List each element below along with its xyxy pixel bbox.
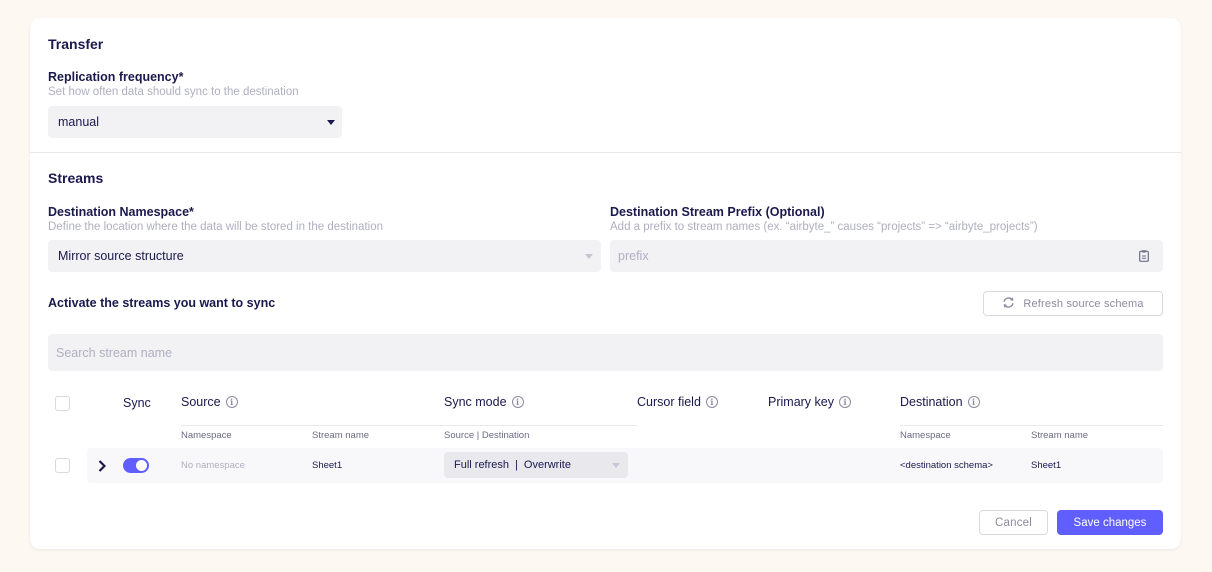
transfer-section-title: Transfer [48, 36, 104, 52]
sync-mode-source: Full refresh [454, 459, 510, 471]
header-primary-key: Primary key i [768, 395, 851, 409]
cancel-button-label: Cancel [995, 516, 1032, 529]
header-destination-label: Destination [900, 395, 963, 409]
header-sync-label: Sync [123, 396, 151, 410]
connection-settings-card: Transfer Replication frequency* Set how … [30, 18, 1181, 549]
sync-toggle[interactable] [123, 458, 149, 473]
activate-streams-label: Activate the streams you want to sync [48, 296, 276, 310]
row-source-namespace: No namespace [181, 460, 245, 471]
sync-mode-separator: | [515, 459, 518, 471]
refresh-source-schema-button[interactable]: Refresh source schema [983, 291, 1163, 316]
table-row: No namespace Sheet1 Full refresh | Overw… [87, 448, 1163, 483]
header-primary-key-label: Primary key [768, 395, 834, 409]
subheader-sync-mode: Source | Destination [444, 430, 530, 441]
destination-namespace-value: Mirror source structure [58, 249, 184, 263]
streams-section-title: Streams [48, 170, 104, 186]
info-icon[interactable]: i [225, 396, 238, 408]
destination-namespace-help: Define the location where the data will … [48, 221, 383, 233]
info-icon[interactable]: i [967, 396, 980, 408]
replication-frequency-label: Replication frequency* [48, 70, 184, 84]
chevron-down-icon [585, 254, 593, 259]
destination-namespace-select[interactable]: Mirror source structure [48, 240, 601, 272]
info-icon[interactable]: i [838, 396, 851, 408]
select-all-checkbox[interactable] [55, 396, 70, 411]
refresh-icon [1002, 296, 1015, 312]
row-select-checkbox[interactable] [55, 458, 70, 473]
subheader-destination-stream: Stream name [1031, 430, 1089, 441]
subheader-source-stream: Stream name [312, 430, 370, 441]
section-divider [30, 152, 1181, 153]
header-cursor-field: Cursor field i [637, 395, 718, 409]
replication-frequency-help: Set how often data should sync to the de… [48, 86, 299, 98]
stream-prefix-help: Add a prefix to stream names (ex. “airby… [610, 221, 1038, 233]
header-source: Source i [181, 395, 238, 409]
replication-frequency-value: manual [58, 115, 99, 129]
header-divider-source [181, 425, 637, 426]
clipboard-icon [1139, 250, 1149, 265]
chevron-right-icon[interactable] [98, 459, 107, 477]
header-sync-mode: Sync mode i [444, 395, 524, 409]
stream-prefix-input[interactable]: prefix [610, 240, 1163, 272]
header-divider-destination [900, 425, 1163, 426]
sync-toggle-knob [136, 460, 147, 471]
chevron-down-icon [612, 463, 620, 468]
subheader-destination-namespace: Namespace [900, 430, 951, 441]
header-sync-mode-label: Sync mode [444, 395, 507, 409]
info-icon[interactable]: i [705, 396, 718, 408]
replication-frequency-select[interactable]: manual [48, 106, 342, 138]
cancel-button[interactable]: Cancel [979, 510, 1048, 535]
header-sync: Sync [123, 396, 151, 410]
sync-mode-select[interactable]: Full refresh | Overwrite [444, 452, 628, 478]
search-stream-input[interactable]: Search stream name [48, 334, 1163, 371]
save-changes-label: Save changes [1073, 516, 1147, 529]
destination-namespace-label: Destination Namespace* [48, 205, 194, 219]
subheader-source-namespace: Namespace [181, 430, 232, 441]
info-icon[interactable]: i [511, 396, 524, 408]
stream-prefix-placeholder: prefix [618, 249, 649, 263]
row-destination-namespace: <destination schema> [900, 460, 993, 471]
save-changes-button[interactable]: Save changes [1057, 510, 1163, 535]
stream-prefix-label: Destination Stream Prefix (Optional) [610, 205, 825, 219]
search-stream-placeholder: Search stream name [56, 345, 173, 360]
header-destination: Destination i [900, 395, 980, 409]
row-source-stream: Sheet1 [312, 460, 343, 471]
sync-mode-destination: Overwrite [523, 459, 571, 471]
refresh-source-schema-label: Refresh source schema [1023, 297, 1144, 310]
header-source-label: Source [181, 395, 221, 409]
header-cursor-field-label: Cursor field [637, 395, 701, 409]
row-destination-stream: Sheet1 [1031, 460, 1062, 471]
chevron-down-icon [327, 120, 335, 125]
